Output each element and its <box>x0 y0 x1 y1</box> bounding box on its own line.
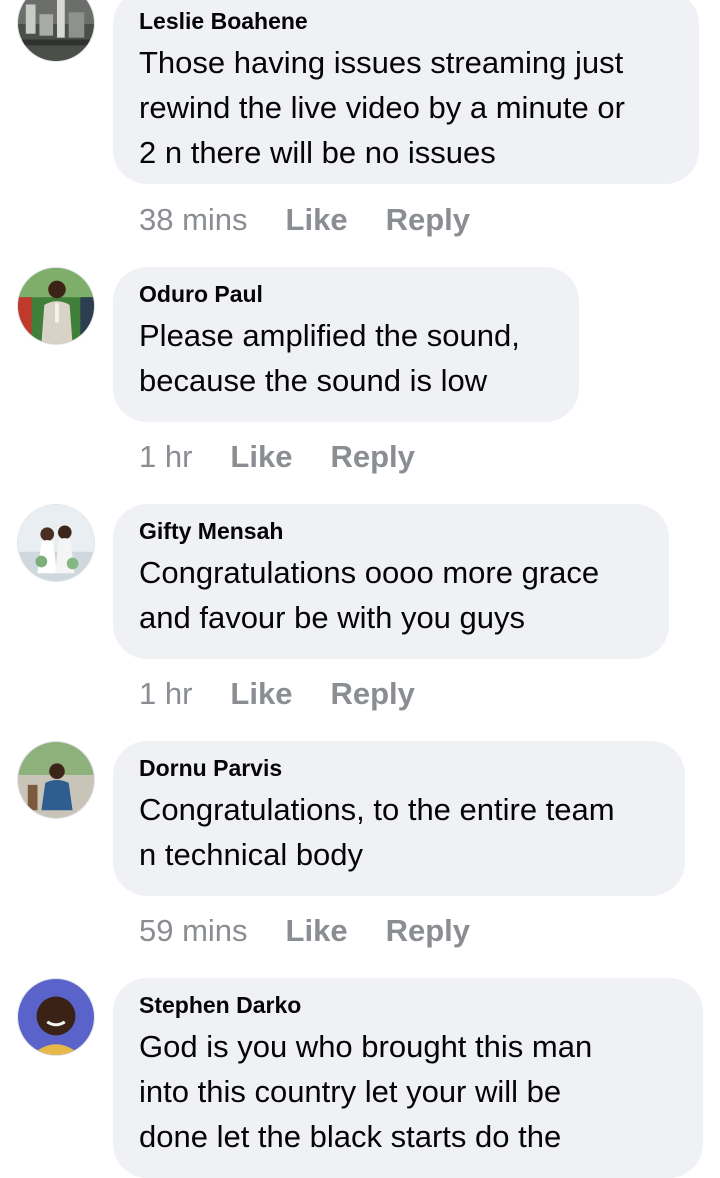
avatar[interactable] <box>17 978 95 1056</box>
comment-text-line: and favour be with you guys <box>139 600 526 635</box>
comment-timestamp: 1 hr <box>139 439 193 474</box>
comment-text: Those having issues streaming just rewin… <box>139 40 673 175</box>
comment-text-line: Please amplified the sound, <box>139 318 520 353</box>
comment-text-line: Those having issues streaming just <box>139 45 624 80</box>
reply-button[interactable]: Reply <box>386 200 470 240</box>
comment-author[interactable]: Oduro Paul <box>139 279 553 309</box>
avatar[interactable] <box>17 267 95 345</box>
like-button[interactable]: Like <box>286 911 348 951</box>
comment-author[interactable]: Dornu Parvis <box>139 753 659 783</box>
comment-actions: 1 hr Like Reply <box>139 674 415 714</box>
comment-text-line: 2 n there will be no issues <box>139 135 496 170</box>
comment-text-line: Congratulations oooo more grace <box>139 555 600 590</box>
avatar[interactable] <box>17 504 95 582</box>
comment-actions: 59 mins Like Reply <box>139 911 470 951</box>
avatar[interactable] <box>17 741 95 819</box>
comment-text-line: rewind the live video by a minute or <box>139 90 625 125</box>
comment-timestamp: 59 mins <box>139 913 248 948</box>
comment-actions: 1 hr Like Reply <box>139 437 415 477</box>
comment-text-line: into this country let your will be <box>139 1074 562 1109</box>
avatar-photo-icon <box>18 742 94 818</box>
comment-author[interactable]: Stephen Darko <box>139 990 677 1020</box>
comment-text-line: God is you who brought this man <box>139 1029 593 1064</box>
comment-author[interactable]: Gifty Mensah <box>139 516 643 546</box>
comment-timestamp: 38 mins <box>139 202 248 237</box>
comment-text: Please amplified the sound, because the … <box>139 313 553 403</box>
comment-author[interactable]: Leslie Boahene <box>139 6 673 36</box>
like-button[interactable]: Like <box>286 200 348 240</box>
comment-bubble: Oduro Paul Please amplified the sound, b… <box>113 267 579 422</box>
comment-text-line: because the sound is low <box>139 363 488 398</box>
comment-text-line: done let the black starts do the <box>139 1119 562 1154</box>
comment-timestamp: 1 hr <box>139 676 193 711</box>
like-button[interactable]: Like <box>230 437 292 477</box>
comment-text-line: n technical body <box>139 837 364 872</box>
avatar-photo-icon <box>18 979 94 1055</box>
comment-text: Congratulations oooo more grace and favo… <box>139 550 643 640</box>
avatar-photo-icon <box>18 0 94 61</box>
like-button[interactable]: Like <box>230 674 292 714</box>
comment-bubble: Leslie Boahene Those having issues strea… <box>113 0 699 184</box>
comment-bubble: Gifty Mensah Congratulations oooo more g… <box>113 504 669 659</box>
comment-actions: 38 mins Like Reply <box>139 200 470 240</box>
avatar-photo-icon <box>18 505 94 581</box>
comment-text: God is you who brought this man into thi… <box>139 1024 677 1159</box>
comment-text-line: Congratulations, to the entire team <box>139 792 615 827</box>
comment-bubble: Dornu Parvis Congratulations, to the ent… <box>113 741 685 896</box>
avatar-photo-icon <box>18 268 94 344</box>
reply-button[interactable]: Reply <box>386 911 470 951</box>
avatar[interactable] <box>17 0 95 62</box>
reply-button[interactable]: Reply <box>330 437 414 477</box>
comment-text: Congratulations, to the entire team n te… <box>139 787 659 877</box>
reply-button[interactable]: Reply <box>330 674 414 714</box>
comment-bubble: Stephen Darko God is you who brought thi… <box>113 978 703 1178</box>
